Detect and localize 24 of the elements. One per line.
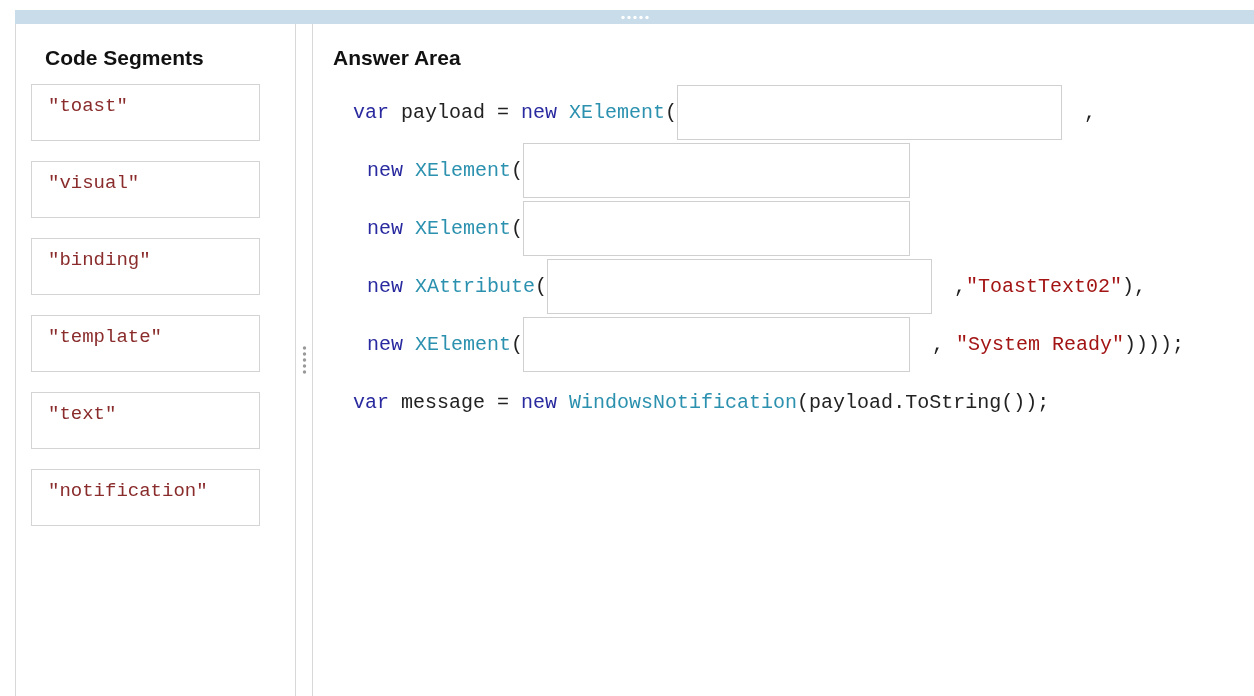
answer-slot[interactable] [547, 259, 933, 314]
code-segment[interactable]: "visual" [31, 161, 260, 218]
grip-icon[interactable] [301, 345, 307, 375]
answer-slot[interactable] [523, 317, 911, 372]
code-text: , "System Ready")))); [932, 333, 1185, 356]
code-segment[interactable]: "notification" [31, 469, 260, 526]
code-text: new XElement( [367, 159, 524, 182]
code-text: new XElement( [367, 217, 524, 240]
code-text: ,"ToastText02"), [954, 275, 1147, 298]
answer-slot[interactable] [677, 85, 1063, 140]
panel-title: Answer Area [333, 46, 462, 70]
code-segment[interactable]: "binding" [31, 238, 260, 295]
code-segment[interactable]: "text" [31, 392, 260, 449]
code-text: var message = new WindowsNotification(payload.ToString()); [353, 391, 1050, 414]
code-text: , [1084, 101, 1097, 124]
code-text: var payload = new XElement( [353, 101, 678, 124]
grip-icon[interactable] [619, 14, 650, 20]
code-segment[interactable]: "template" [31, 315, 260, 372]
answer-slot[interactable] [523, 143, 911, 198]
panel-title: Code Segments [45, 46, 205, 70]
code-text: new XAttribute( [367, 275, 548, 298]
code-segment[interactable]: "toast" [31, 84, 260, 141]
code-text: new XElement( [367, 333, 524, 356]
answer-slot[interactable] [523, 201, 911, 256]
